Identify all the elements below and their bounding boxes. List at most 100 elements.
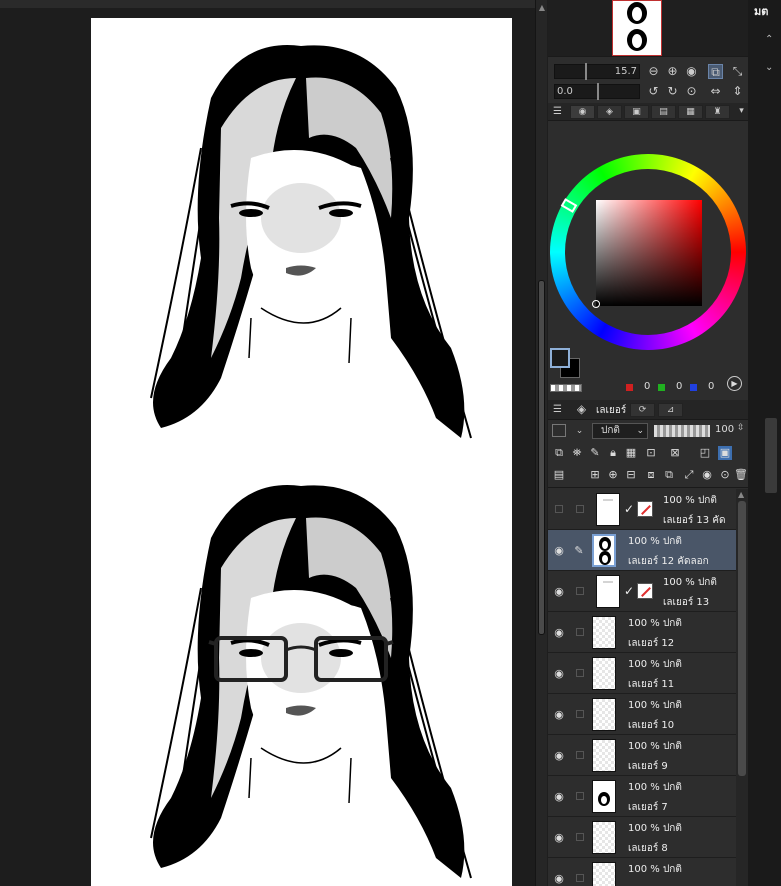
- new-vector-layer-icon[interactable]: ⊕: [606, 468, 620, 482]
- eye-icon[interactable]: ◉: [552, 708, 566, 721]
- tab-color-slider[interactable]: ◈: [597, 105, 622, 119]
- layer-thumbnail[interactable]: [592, 616, 616, 649]
- tab-color-wheel[interactable]: ◉: [570, 105, 595, 119]
- layer-row[interactable]: ◉ ✓ 100 % ปกติ เลเยอร์ 13: [548, 571, 736, 612]
- layer-edit-toggle[interactable]: [576, 628, 584, 636]
- opacity-value[interactable]: 100: [715, 424, 734, 435]
- fit-window-icon[interactable]: ⤡: [730, 64, 745, 79]
- merge-down-icon[interactable]: ⧈: [644, 468, 658, 482]
- layer-row[interactable]: ◉ 100 % ปกติ: [548, 858, 736, 886]
- layer-edit-toggle[interactable]: [576, 710, 584, 718]
- scroll-up-icon[interactable]: ▲: [537, 2, 547, 14]
- panel-menu-icon[interactable]: ☰: [550, 104, 565, 119]
- tab-layer-property[interactable]: ⟳: [630, 403, 655, 417]
- eye-icon[interactable]: ◉: [552, 831, 566, 844]
- chevron-up-icon[interactable]: ⌃: [765, 34, 773, 45]
- scroll-up-icon[interactable]: ▲: [738, 490, 744, 499]
- eye-icon[interactable]: ◉: [552, 749, 566, 762]
- layer-name-label[interactable]: เลเยอร์ 7: [628, 800, 668, 815]
- transfer-layer-icon[interactable]: ⤢: [682, 468, 696, 482]
- layer-name-label[interactable]: เลเยอร์ 13: [663, 595, 709, 610]
- layer-thumbnail[interactable]: [592, 739, 616, 772]
- layer-row[interactable]: ◉ 100 % ปกติ เลเยอร์ 10: [548, 694, 736, 735]
- tab-layer-search[interactable]: ⊿: [658, 403, 683, 417]
- lock-transparency-icon[interactable]: ▦: [624, 446, 638, 460]
- chevron-down-icon[interactable]: ⌄: [765, 62, 773, 73]
- eye-icon[interactable]: ◉: [552, 585, 566, 598]
- layer-name-label[interactable]: เลเยอร์ 8: [628, 841, 668, 856]
- canvas-scroll-thumb[interactable]: [538, 280, 545, 635]
- zoom-slider-knob[interactable]: [585, 63, 587, 80]
- layer-row[interactable]: ◉ 100 % ปกติ เลเยอร์ 12: [548, 612, 736, 653]
- rotate-right-icon[interactable]: ↻: [665, 84, 680, 99]
- layer-name-label[interactable]: เลเยอร์ 12: [628, 636, 674, 651]
- layer-name-label[interactable]: เลเยอร์ 11: [628, 677, 674, 692]
- sv-cursor[interactable]: [592, 300, 600, 308]
- transparent-color-swatch[interactable]: [550, 384, 582, 392]
- tab-color-set[interactable]: ▣: [624, 105, 649, 119]
- layer-name-label[interactable]: เลเยอร์ 12 คัดลอก: [628, 554, 709, 569]
- layer-name-label[interactable]: เลเยอร์ 9: [628, 759, 668, 774]
- navigator-thumbnail[interactable]: [612, 0, 662, 56]
- layer-edit-toggle[interactable]: [576, 505, 584, 513]
- opacity-stepper-icon[interactable]: ⇳: [737, 423, 745, 433]
- layer-row[interactable]: ◉ 100 % ปกติ เลเยอร์ 11: [548, 653, 736, 694]
- saturation-value-square[interactable]: [596, 200, 702, 306]
- layer-row[interactable]: ✓100 % ปกติเลเยอร์ 13 คัดลอก: [548, 489, 736, 541]
- layer-thumbnail[interactable]: [592, 862, 616, 886]
- layer-color-icon[interactable]: [552, 424, 566, 437]
- eye-hidden-icon[interactable]: [555, 505, 563, 513]
- canvas-page[interactable]: [91, 18, 512, 886]
- layer-mask-icon[interactable]: ◉: [700, 468, 714, 482]
- reset-rotation-icon[interactable]: ⊙: [684, 84, 699, 99]
- layer-list-scrollbar[interactable]: ▲: [736, 489, 748, 886]
- layer-stack-icon[interactable]: ◈: [574, 402, 589, 417]
- tab-color-history[interactable]: ♜: [705, 105, 730, 119]
- eye-icon[interactable]: ◉: [552, 872, 566, 885]
- trash-icon[interactable]: 🗑︎: [734, 468, 748, 482]
- ruler-icon[interactable]: ◰: [698, 446, 712, 460]
- flip-horizontal-icon[interactable]: ⇔: [708, 84, 723, 99]
- eye-icon[interactable]: ◉: [552, 544, 566, 557]
- layer-thumbnail[interactable]: [596, 493, 620, 526]
- layer-list-icon[interactable]: ▤: [552, 468, 566, 482]
- new-raster-layer-icon[interactable]: ⊞: [588, 468, 602, 482]
- new-folder-icon[interactable]: ⊟: [624, 468, 638, 482]
- zoom-field[interactable]: 15.7: [554, 63, 640, 80]
- draft-layer-icon[interactable]: ✎: [588, 446, 602, 460]
- tab-intermediate-color[interactable]: ▤: [651, 105, 676, 119]
- opacity-slider[interactable]: [654, 425, 710, 437]
- canvas-area[interactable]: [0, 0, 535, 886]
- layer-row[interactable]: ◉ 100 % ปกติ เลเยอร์ 8: [548, 817, 736, 858]
- panel-collapse-icon[interactable]: ▾: [734, 104, 749, 119]
- layer-row[interactable]: ◉ ✎ 100 % ปกติ เลเยอร์ 12 คัดลอก: [548, 530, 736, 571]
- mask-display-icon[interactable]: ⊠: [668, 446, 682, 460]
- canvas-vertical-scrollbar[interactable]: ▲: [535, 0, 547, 886]
- zoom-in-icon[interactable]: ⊕: [665, 64, 680, 79]
- layer-edit-toggle[interactable]: [576, 587, 584, 595]
- clip-lower-layer-icon[interactable]: ⧉: [552, 446, 566, 460]
- zoom-out-icon[interactable]: ⊖: [646, 64, 661, 79]
- layer-thumbnail[interactable]: [596, 575, 620, 608]
- rotation-field[interactable]: 0.0: [554, 83, 640, 100]
- layer-scroll-thumb[interactable]: [738, 501, 746, 776]
- layer-name-label[interactable]: เลเยอร์ 10: [628, 718, 674, 733]
- panel-menu-icon[interactable]: ☰: [550, 402, 565, 417]
- duplicate-layer-icon[interactable]: ⧉: [662, 468, 676, 482]
- reference-layer-icon[interactable]: ⛯: [570, 446, 584, 460]
- layer-row[interactable]: ◉ 100 % ปกติ เลเยอร์ 9: [548, 735, 736, 776]
- color-mode-button[interactable]: ▶: [727, 376, 742, 391]
- layer-edit-toggle[interactable]: [576, 874, 584, 882]
- far-right-scrollbar[interactable]: [765, 418, 777, 493]
- layer-thumbnail[interactable]: [592, 698, 616, 731]
- blend-mode-select[interactable]: ปกติ ⌄: [592, 423, 648, 439]
- flip-vertical-icon[interactable]: ⇕: [730, 84, 745, 99]
- layer-edit-toggle[interactable]: [576, 833, 584, 841]
- eye-icon[interactable]: ◉: [552, 790, 566, 803]
- layer-thumbnail[interactable]: [592, 534, 616, 567]
- rotation-slider-knob[interactable]: [597, 83, 599, 100]
- camera-icon[interactable]: ⊙: [718, 468, 732, 482]
- foreground-color-swatch[interactable]: [550, 348, 570, 368]
- eye-icon[interactable]: ◉: [552, 667, 566, 680]
- layer-color-mode-icon[interactable]: ▣: [718, 446, 732, 460]
